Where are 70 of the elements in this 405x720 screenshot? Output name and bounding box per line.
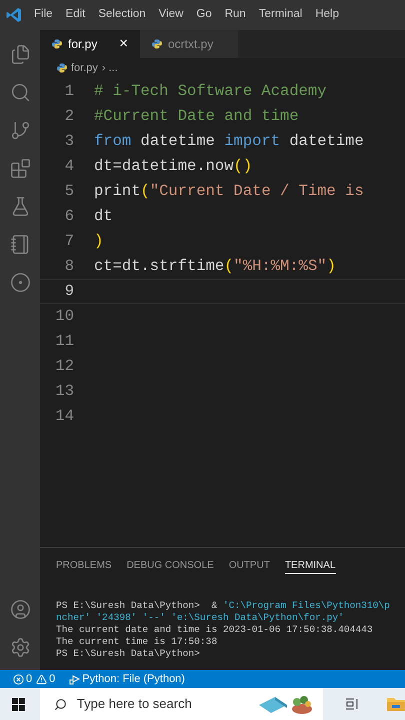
line-number: 2 xyxy=(64,106,75,127)
line-number: 6 xyxy=(64,206,75,227)
search-icon xyxy=(54,698,67,710)
code-line: dt=datetime.now() xyxy=(94,156,252,177)
code-line: ) xyxy=(94,230,104,252)
branch-icon[interactable] xyxy=(10,120,30,141)
line-number: 9 xyxy=(64,280,75,302)
error-count[interactable]: 0 xyxy=(26,670,32,688)
close-button[interactable]: × xyxy=(119,32,128,56)
code-line: # i-Tech Software Academy xyxy=(94,80,327,102)
menu-item[interactable]: Go xyxy=(196,6,212,24)
terminal-line: PS E:\Suresh Data\Python> xyxy=(56,648,201,660)
line-number: 10 xyxy=(54,306,75,327)
python-file-icon xyxy=(57,63,67,73)
code-line: from datetime import datetime xyxy=(94,130,364,152)
task-view-icon[interactable] xyxy=(345,697,360,711)
search-icon[interactable] xyxy=(10,82,30,103)
menu-item[interactable]: Terminal xyxy=(258,6,302,24)
blocks-icon[interactable] xyxy=(10,158,30,179)
python-file-icon xyxy=(152,39,162,49)
windows-start-icon[interactable] xyxy=(12,698,25,710)
tab-label: ocrtxt.py xyxy=(168,36,214,53)
settings-icon[interactable] xyxy=(10,637,30,658)
menu-item[interactable]: Run xyxy=(224,6,246,24)
line-number: 5 xyxy=(64,180,75,202)
line-number: 14 xyxy=(54,406,75,427)
folder-icon[interactable] xyxy=(387,696,405,712)
python-file-icon xyxy=(52,39,62,49)
menu-item[interactable]: Selection xyxy=(98,6,146,24)
terminal-line: ncher' '24398' '--' 'e:\Suresh Data\Python\for.py' xyxy=(56,612,345,624)
line-number: 13 xyxy=(54,380,75,402)
editor-tab[interactable]: for.py × xyxy=(40,30,140,58)
notebook-icon[interactable] xyxy=(10,234,30,255)
line-number: 1 xyxy=(64,80,75,102)
line-number: 8 xyxy=(64,256,75,277)
code-line: #Current Date and time xyxy=(94,106,299,127)
editor-tab[interactable]: ocrtxt.py xyxy=(140,30,238,58)
editor-logo-icon xyxy=(6,7,22,23)
ring-icon[interactable] xyxy=(10,272,30,293)
line-number: 11 xyxy=(54,330,75,352)
files-icon[interactable] xyxy=(10,44,30,65)
panel-tab[interactable]: DEBUG CONSOLE xyxy=(126,556,214,574)
search-input[interactable]: Type here to search xyxy=(76,694,258,714)
tab-label: for.py xyxy=(68,36,98,53)
terminal-line: The current time is 17:50:38 xyxy=(56,636,218,648)
code-line: dt xyxy=(94,206,113,227)
line-number: 12 xyxy=(54,356,75,377)
line-number: 3 xyxy=(64,130,75,152)
line-number: 7 xyxy=(64,230,75,252)
menu-item[interactable]: Edit xyxy=(66,6,86,24)
warning-count[interactable]: 0 xyxy=(49,670,56,688)
account-icon[interactable] xyxy=(10,599,30,620)
search-field[interactable]: Type here to search xyxy=(40,688,324,720)
menu-item[interactable]: View xyxy=(158,6,184,24)
terminal-line: PS E:\Suresh Data\Python> & 'C:\Program Files\Python310\p xyxy=(56,600,391,612)
error-icon[interactable] xyxy=(13,674,24,684)
panel-tab[interactable]: TERMINAL xyxy=(284,556,336,574)
run-icon[interactable] xyxy=(69,674,80,684)
panel-tab[interactable]: PROBLEMS xyxy=(56,556,112,574)
warning-icon[interactable] xyxy=(36,674,48,684)
breadcrumb-file[interactable]: for.py xyxy=(71,60,98,76)
menu-item[interactable]: Help xyxy=(315,6,339,24)
code-line: ct=dt.strftime("%H:%M:%S") xyxy=(94,256,336,277)
menu-item[interactable]: File xyxy=(34,6,53,24)
code-line: print("Current Date / Time is xyxy=(94,180,364,202)
run-configuration[interactable]: Python: File (Python) xyxy=(82,670,185,688)
panel-tab[interactable]: OUTPUT xyxy=(228,556,270,574)
terminal-line: The current date and time is 2023-01-06 17:50:38.404443 xyxy=(56,624,374,636)
breadcrumb-trail: › ... xyxy=(102,60,118,76)
line-number: 4 xyxy=(64,156,75,177)
